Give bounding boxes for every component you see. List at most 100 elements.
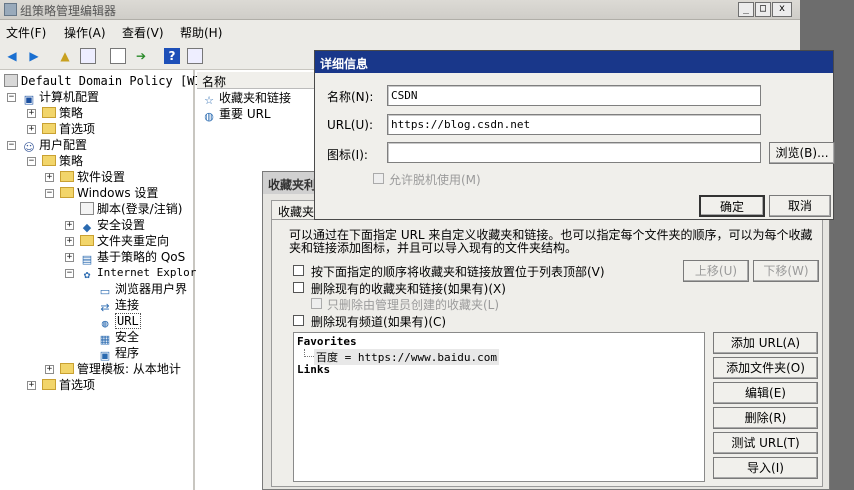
expand-icon[interactable]: + <box>27 381 36 390</box>
order-checkbox[interactable] <box>293 265 304 276</box>
delete-channels-checkbox[interactable] <box>293 315 304 326</box>
url-input[interactable]: https://blog.csdn.net <box>387 114 761 135</box>
test-url-button[interactable]: 测试 URL(T) <box>713 432 818 454</box>
tree-user-config[interactable]: ☺ 用户配置 <box>22 137 87 154</box>
tree-policies-2[interactable]: 策略 <box>42 153 83 169</box>
tree-label: 管理模板: 从本地计 <box>77 362 181 376</box>
tree-root[interactable]: Default Domain Policy [WIN-I <box>4 73 223 89</box>
menu-file[interactable]: 文件(F) <box>6 24 46 41</box>
add-folder-button[interactable]: 添加文件夹(O) <box>713 357 818 379</box>
script-icon <box>80 202 94 215</box>
back-arrow-icon[interactable]: ◀ <box>4 48 20 64</box>
browse-button[interactable]: 浏览(B)... <box>769 142 835 164</box>
tree-label: 策略 <box>59 154 84 168</box>
move-down-button[interactable]: 下移(W) <box>753 260 819 282</box>
tree-node-favorites[interactable]: Favorites <box>297 335 357 348</box>
tree-browser-ui[interactable]: ▭ 浏览器用户界 <box>98 281 187 298</box>
cancel-button[interactable]: 取消 <box>769 195 831 217</box>
menu-help[interactable]: 帮助(H) <box>180 24 222 41</box>
tree-node-baidu[interactable]: 百度 = https://www.baidu.com <box>314 349 499 365</box>
maximize-button[interactable]: □ <box>755 2 771 17</box>
add-url-button[interactable]: 添加 URL(A) <box>713 332 818 354</box>
view-icon[interactable] <box>187 48 203 64</box>
tree-folder-redirection[interactable]: 文件夹重定向 <box>80 233 169 249</box>
icon-input[interactable] <box>387 142 761 163</box>
delete-existing-checkbox[interactable] <box>293 282 304 293</box>
details-dialog: 详细信息 名称(N): CSDN URL(U): https://blog.cs… <box>314 50 835 220</box>
order-label: 按下面指定的顺序将收藏夹和链接放置位于列表顶部(V) <box>311 265 605 279</box>
menu-action[interactable]: 操作(A) <box>64 24 106 41</box>
tree-security[interactable]: ▦ 安全 <box>98 329 139 346</box>
tree-label: 策略 <box>59 106 84 120</box>
window-title: 组策略管理编辑器 <box>20 4 117 18</box>
minimize-button[interactable]: _ <box>738 2 754 17</box>
collapse-icon[interactable]: − <box>7 141 16 150</box>
window-title-bar[interactable]: 组策略管理编辑器 _ □ x <box>0 0 800 20</box>
up-folder-icon[interactable]: ▲ <box>57 48 73 64</box>
move-up-button[interactable]: 上移(U) <box>683 260 749 282</box>
tree-label: 连接 <box>115 298 140 312</box>
menu-bar: 文件(F) 操作(A) 查看(V) 帮助(H) <box>0 20 800 42</box>
collapse-icon[interactable]: − <box>27 157 36 166</box>
tree-connector <box>304 349 314 357</box>
tree-preferences-2[interactable]: 首选项 <box>42 377 95 393</box>
collapse-icon[interactable]: − <box>65 269 74 278</box>
tree-windows-settings[interactable]: Windows 设置 <box>60 185 158 201</box>
folder-open-icon <box>60 187 74 198</box>
tree-qos[interactable]: ▤ 基于策略的 QoS <box>80 249 185 266</box>
close-button[interactable]: x <box>772 2 792 17</box>
tree-programs[interactable]: ▣ 程序 <box>98 345 139 362</box>
ok-button[interactable]: 确定 <box>699 195 765 217</box>
details-dialog-title-bar[interactable]: 详细信息 <box>315 51 833 73</box>
export-icon[interactable]: ➔ <box>133 48 149 64</box>
details-dialog-title: 详细信息 <box>320 57 369 71</box>
folder-icon <box>80 235 94 246</box>
delete-admin-only-checkbox[interactable] <box>311 298 322 309</box>
help-icon[interactable]: ? <box>164 48 180 64</box>
column-header-label: 名称 <box>202 75 227 89</box>
tree-node-links[interactable]: Links <box>297 363 330 376</box>
expand-icon[interactable]: + <box>65 253 74 262</box>
column-header-name[interactable]: 名称 <box>197 72 317 89</box>
tree-label: 首选项 <box>59 378 96 392</box>
list-item[interactable]: ☆ 收藏夹和链接 <box>202 90 291 107</box>
import-button[interactable]: 导入(I) <box>713 457 818 479</box>
delete-button[interactable]: 删除(R) <box>713 407 818 429</box>
expand-icon[interactable]: + <box>27 125 36 134</box>
tree-url[interactable]: ◍ URL <box>98 313 141 330</box>
tree-ie-maintenance[interactable]: ✿ Internet Explor <box>80 265 197 281</box>
folder-icon <box>42 379 56 390</box>
expand-icon[interactable]: + <box>27 109 36 118</box>
tree-software-settings[interactable]: 软件设置 <box>60 169 125 185</box>
tree-connection[interactable]: ⇄ 连接 <box>98 297 140 314</box>
expand-icon[interactable]: + <box>65 221 74 230</box>
favorites-tree[interactable]: Favorites 百度 = https://www.baidu.com Lin… <box>293 332 705 482</box>
expand-icon[interactable]: + <box>65 237 74 246</box>
favorites-dialog-title: 收藏夹利 <box>268 178 317 192</box>
computer-icon: ▣ <box>23 93 35 106</box>
tree-security-settings[interactable]: ◆ 安全设置 <box>80 217 145 234</box>
menu-view[interactable]: 查看(V) <box>122 24 164 41</box>
tree-admin-templates[interactable]: 管理模板: 从本地计 <box>60 361 181 377</box>
edit-button[interactable]: 编辑(E) <box>713 382 818 404</box>
tree-preferences-1[interactable]: 首选项 <box>42 121 95 137</box>
tree-label: 首选项 <box>59 122 96 136</box>
folder-icon <box>42 107 56 118</box>
tree-label: Windows 设置 <box>77 186 159 200</box>
tree-policies-1[interactable]: 策略 <box>42 105 83 121</box>
app-icon <box>4 3 17 16</box>
delete-existing-label: 删除现有的收藏夹和链接(如果有)(X) <box>311 282 506 296</box>
name-input[interactable]: CSDN <box>387 85 761 106</box>
expand-icon[interactable]: + <box>45 173 54 182</box>
forward-arrow-icon[interactable]: ▶ <box>26 48 42 64</box>
offline-checkbox[interactable] <box>373 173 384 184</box>
tree-computer-config[interactable]: ▣ 计算机配置 <box>22 89 99 106</box>
collapse-icon[interactable]: − <box>45 189 54 198</box>
list-item[interactable]: ◍ 重要 URL <box>202 106 270 123</box>
properties-icon[interactable] <box>110 48 126 64</box>
expand-icon[interactable]: + <box>45 365 54 374</box>
tree-scripts[interactable]: 脚本(登录/注销) <box>80 201 182 217</box>
collapse-icon[interactable]: − <box>7 93 16 102</box>
ie-maintenance-icon: ✿ <box>83 268 91 281</box>
show-tree-icon[interactable] <box>80 48 96 64</box>
